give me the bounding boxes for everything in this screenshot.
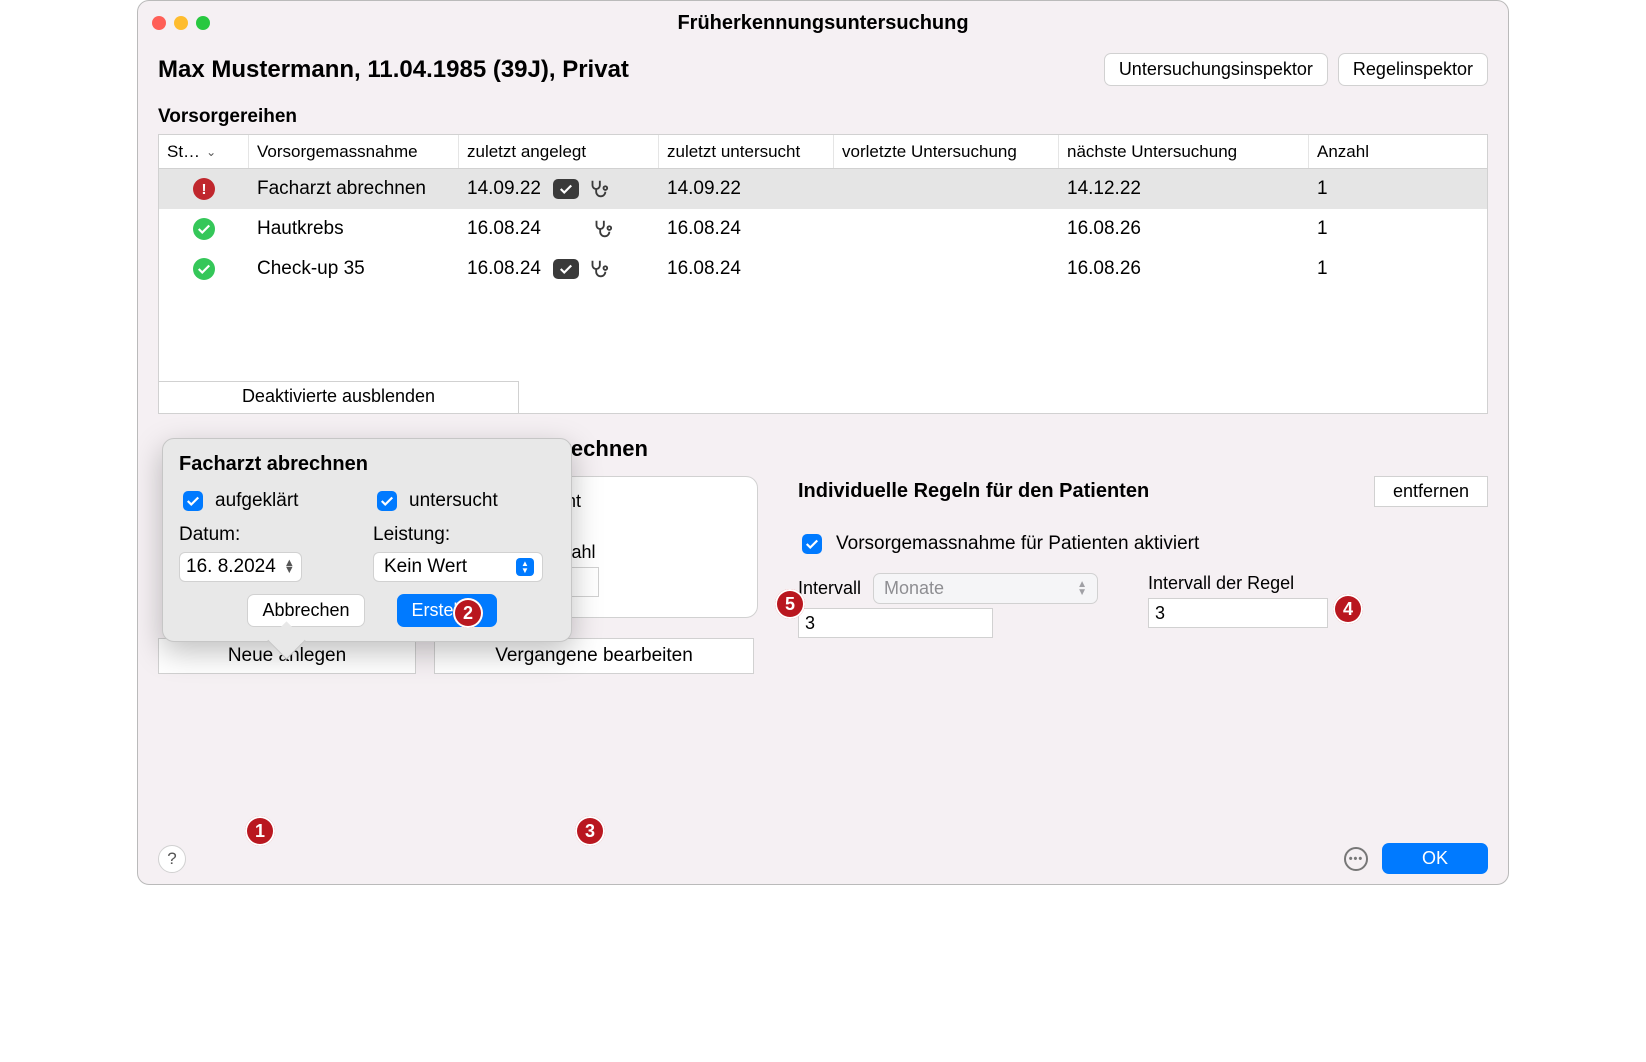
annotation-badge-2: 2 — [453, 598, 483, 628]
window: Früherkennungsuntersuchung Max Musterman… — [137, 0, 1509, 885]
check-icon — [193, 258, 215, 280]
date-input[interactable]: 16. 8.2024 ▲▼ — [179, 552, 302, 582]
col-anzahl[interactable]: Anzahl — [1309, 135, 1487, 168]
chat-icon — [553, 259, 579, 279]
table-row[interactable]: Hautkrebs 16.08.24 16.08.24 16.08.26 1 — [159, 209, 1487, 249]
screening-table: St…⌄ Vorsorgemassnahme zuletzt angelegt … — [158, 134, 1488, 414]
check-icon — [193, 218, 215, 240]
popover-title: Facharzt abrechnen — [179, 453, 555, 476]
annotation-badge-5: 5 — [775, 589, 805, 619]
date-stepper[interactable]: ▲▼ — [284, 560, 295, 574]
window-title: Früherkennungsuntersuchung — [138, 12, 1508, 35]
interval-input[interactable] — [798, 608, 993, 638]
annotation-badge-4: 4 — [1333, 594, 1363, 624]
untersucht-checkbox[interactable] — [377, 491, 397, 511]
rules-inspector-button[interactable]: Regelinspektor — [1338, 53, 1488, 86]
rules-panel: Individuelle Regeln für den Patienten en… — [798, 476, 1488, 674]
footer: ? ••• OK — [138, 843, 1508, 874]
leistung-select[interactable]: Kein Wert ▲▼ — [373, 552, 543, 582]
activate-checkbox[interactable] — [802, 534, 822, 554]
ok-button[interactable]: OK — [1382, 843, 1488, 874]
exam-inspector-button[interactable]: Untersuchungsinspektor — [1104, 53, 1328, 86]
col-untersucht[interactable]: zuletzt untersucht — [659, 135, 834, 168]
hide-deactivated-toggle[interactable]: Deaktivierte ausblenden — [159, 381, 519, 413]
detail-title: harzt abrechnen — [478, 436, 1488, 462]
col-massnahme[interactable]: Vorsorgemassnahme — [249, 135, 459, 168]
patient-summary: Max Mustermann, 11.04.1985 (39J), Privat — [158, 56, 629, 84]
table-row[interactable]: Check-up 35 16.08.24 16.08.24 16.08.26 1 — [159, 249, 1487, 289]
stethoscope-icon — [589, 218, 615, 240]
stethoscope-icon — [585, 258, 611, 280]
interval-rule-input[interactable] — [1148, 598, 1328, 628]
annotation-badge-1: 1 — [245, 816, 275, 846]
table-row[interactable]: ! Facharzt abrechnen 14.09.22 14.09.22 1… — [159, 169, 1487, 209]
cancel-button[interactable]: Abbrechen — [247, 594, 364, 627]
chevron-up-down-icon: ▲▼ — [516, 558, 534, 576]
chat-icon — [553, 179, 579, 199]
help-icon[interactable]: ? — [158, 845, 186, 873]
interval-unit-select[interactable]: Monate ▲▼ — [873, 573, 1098, 604]
stethoscope-icon — [585, 178, 611, 200]
detail-area: harzt abrechnen untersucht ihe Anzahl — [138, 414, 1508, 884]
col-status[interactable]: St…⌄ — [159, 135, 249, 168]
create-popover: Facharzt abrechnen aufgeklärt untersucht — [162, 438, 572, 642]
header: Max Mustermann, 11.04.1985 (39J), Privat… — [138, 45, 1508, 100]
chevron-down-icon: ⌄ — [206, 145, 216, 159]
chevron-up-down-icon: ▲▼ — [1077, 581, 1087, 597]
title-bar: Früherkennungsuntersuchung — [138, 1, 1508, 45]
table-header: St…⌄ Vorsorgemassnahme zuletzt angelegt … — [159, 135, 1487, 169]
col-naechste[interactable]: nächste Untersuchung — [1059, 135, 1309, 168]
alert-icon: ! — [193, 178, 215, 200]
aufgeklaert-checkbox[interactable] — [183, 491, 203, 511]
col-vorletzte[interactable]: vorletzte Untersuchung — [834, 135, 1059, 168]
remove-button[interactable]: entfernen — [1374, 476, 1488, 507]
section-heading: Vorsorgereihen — [138, 100, 1508, 134]
more-icon[interactable]: ••• — [1344, 847, 1368, 871]
edit-past-button[interactable]: Vergangene bearbeiten — [434, 638, 754, 674]
rules-title: Individuelle Regeln für den Patienten — [798, 480, 1149, 503]
col-angelegt[interactable]: zuletzt angelegt — [459, 135, 659, 168]
annotation-badge-3: 3 — [575, 816, 605, 846]
